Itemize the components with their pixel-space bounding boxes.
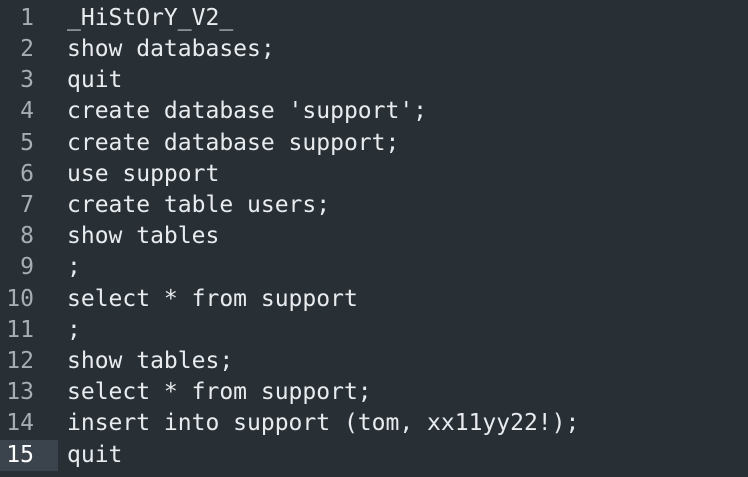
text-editor[interactable]: 1 _HiStOrY_V2_ 2 show databases; 3 quit …: [0, 0, 748, 477]
line-number: 12: [6, 348, 34, 374]
code-text[interactable]: show databases;: [67, 34, 275, 65]
code-line[interactable]: 13 select * from support;: [0, 377, 748, 408]
code-text[interactable]: ;: [67, 315, 81, 346]
line-number: 9: [20, 254, 34, 280]
code-text[interactable]: use support: [67, 159, 219, 190]
line-number: 7: [20, 192, 34, 218]
code-line[interactable]: 8 show tables: [0, 221, 748, 252]
code-text[interactable]: create table users;: [67, 190, 330, 221]
line-number: 1: [20, 5, 34, 31]
code-text[interactable]: insert into support (tom, xx11yy22!);: [67, 408, 579, 439]
line-number: 3: [20, 67, 34, 93]
code-text[interactable]: select * from support;: [67, 377, 372, 408]
code-text[interactable]: show tables;: [67, 346, 233, 377]
code-text[interactable]: select * from support: [67, 284, 358, 315]
code-text[interactable]: quit: [67, 65, 122, 96]
code-text[interactable]: ;: [67, 252, 81, 283]
code-line[interactable]: 3 quit: [0, 65, 748, 96]
current-code-line[interactable]: 15 quit: [0, 440, 748, 471]
code-line[interactable]: 12 show tables;: [0, 346, 748, 377]
line-number: 13: [6, 379, 34, 405]
code-line[interactable]: 9 ;: [0, 252, 748, 283]
code-line[interactable]: 1 _HiStOrY_V2_: [0, 3, 748, 34]
code-text[interactable]: _HiStOrY_V2_: [67, 3, 233, 34]
line-number: 14: [6, 410, 34, 436]
code-line[interactable]: 11 ;: [0, 315, 748, 346]
line-number: 10: [6, 286, 34, 312]
code-text[interactable]: show tables: [67, 221, 219, 252]
line-number: 2: [20, 36, 34, 62]
line-number: 8: [20, 223, 34, 249]
line-number: 4: [20, 98, 34, 124]
code-text[interactable]: create database 'support';: [67, 96, 427, 127]
line-number: 5: [20, 130, 34, 156]
line-number: 6: [20, 161, 34, 187]
current-line-number: 15: [0, 440, 58, 471]
code-line[interactable]: 5 create database support;: [0, 128, 748, 159]
code-line[interactable]: 2 show databases;: [0, 34, 748, 65]
code-line[interactable]: 10 select * from support: [0, 284, 748, 315]
code-line[interactable]: 6 use support: [0, 159, 748, 190]
code-text[interactable]: create database support;: [67, 128, 399, 159]
code-line[interactable]: 7 create table users;: [0, 190, 748, 221]
code-line[interactable]: 4 create database 'support';: [0, 96, 748, 127]
code-line[interactable]: 14 insert into support (tom, xx11yy22!);: [0, 408, 748, 439]
line-number: 11: [6, 317, 34, 343]
code-text[interactable]: quit: [67, 440, 122, 471]
